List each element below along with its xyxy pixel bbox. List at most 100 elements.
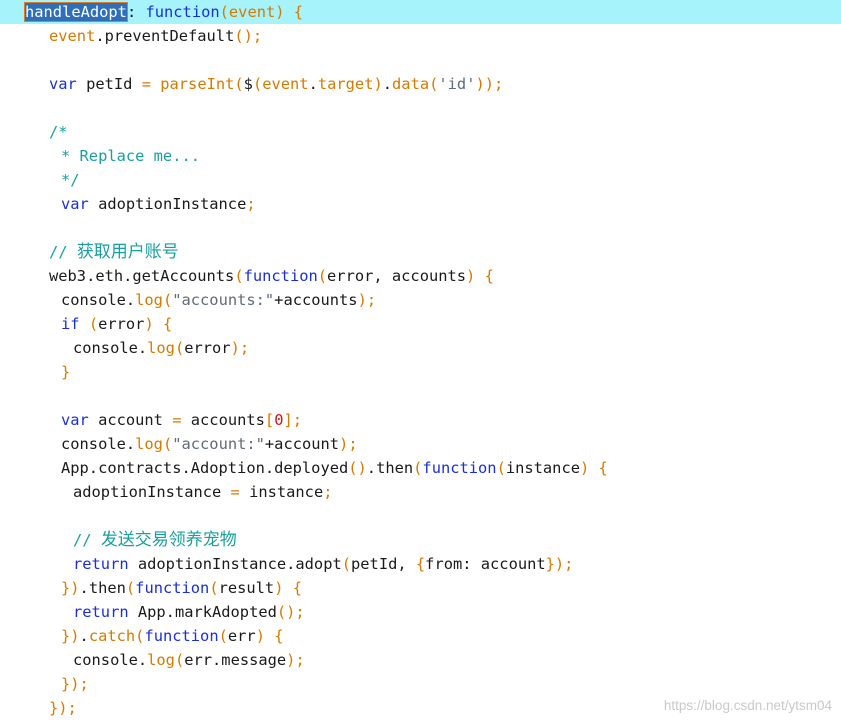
code-token: adoptionInstance xyxy=(88,195,247,213)
code-token: ); xyxy=(339,435,358,453)
code-token: ( xyxy=(209,579,219,597)
code-token: /* xyxy=(49,123,68,141)
code-token: function xyxy=(135,579,210,597)
code-line[interactable] xyxy=(0,216,841,240)
code-line[interactable]: adoptionInstance = instance; xyxy=(0,480,841,504)
code-editor[interactable]: handleAdopt: function(event) {event.prev… xyxy=(0,0,841,724)
code-token: result xyxy=(218,579,275,597)
code-line[interactable]: } xyxy=(0,360,841,384)
code-token: // xyxy=(49,243,77,261)
code-token: (); xyxy=(234,27,263,45)
code-token: . xyxy=(382,75,393,93)
code-token: ( xyxy=(496,459,506,477)
code-line[interactable]: event.preventDefault(); xyxy=(0,24,841,48)
code-token: from: account xyxy=(425,555,546,573)
code-token: }) xyxy=(61,579,80,597)
code-token: function xyxy=(243,267,318,285)
code-token: ( xyxy=(234,75,244,93)
code-line[interactable]: var account = accounts[0]; xyxy=(0,408,841,432)
code-token: function xyxy=(422,459,497,477)
code-token: log xyxy=(135,435,163,453)
code-token: petId, xyxy=(351,555,416,573)
code-token: .then xyxy=(79,579,126,597)
active-code-line[interactable]: handleAdopt: function(event) { xyxy=(0,0,841,24)
code-token: if xyxy=(61,315,80,333)
code-token: console. xyxy=(73,651,148,669)
code-token: var xyxy=(61,411,89,429)
code-token: +account xyxy=(264,435,340,453)
code-line[interactable]: return App.markAdopted(); xyxy=(0,600,841,624)
code-line[interactable]: return adoptionInstance.adopt(petId, {fr… xyxy=(0,552,841,576)
code-token: ); xyxy=(286,651,305,669)
code-line[interactable] xyxy=(0,48,841,72)
code-token: ) { xyxy=(255,627,284,645)
code-token: * Replace me... xyxy=(61,147,200,165)
code-token: .preventDefault xyxy=(95,27,235,45)
code-token: . xyxy=(308,75,318,93)
code-line[interactable]: */ xyxy=(0,168,841,192)
code-token: ( xyxy=(218,627,228,645)
code-token: var xyxy=(61,195,89,213)
code-token: 获取用户账号 xyxy=(76,242,179,262)
code-line[interactable]: }).then(function(result) { xyxy=(0,576,841,600)
code-token: error xyxy=(184,339,231,357)
code-token: : xyxy=(126,3,146,21)
code-token: error, accounts xyxy=(327,267,467,285)
code-token: (); xyxy=(276,603,305,621)
code-token: log xyxy=(147,339,175,357)
code-token: log xyxy=(135,291,163,309)
code-line[interactable]: * Replace me... xyxy=(0,144,841,168)
code-token: return xyxy=(73,555,129,573)
code-token: ( xyxy=(79,315,99,333)
code-token: petId xyxy=(76,75,142,93)
code-token: data xyxy=(392,75,430,93)
code-token: err.message xyxy=(184,651,287,669)
code-line[interactable]: var adoptionInstance; xyxy=(0,192,841,216)
code-line[interactable]: console.log("accounts:"+accounts); xyxy=(0,288,841,312)
code-token: console. xyxy=(61,291,136,309)
code-token: }); xyxy=(49,699,77,717)
code-token: adoptionInstance.adopt xyxy=(128,555,342,573)
code-token: function xyxy=(145,3,220,21)
code-token: instance xyxy=(239,483,324,501)
code-token: accounts xyxy=(181,411,265,429)
code-line[interactable]: if (error) { xyxy=(0,312,841,336)
code-token: } xyxy=(61,363,71,381)
code-line[interactable]: App.contracts.Adoption.deployed().then (f… xyxy=(0,456,841,480)
code-token: App.contracts.Adoption.deployed xyxy=(61,459,349,477)
code-line[interactable]: var petId = parseInt($(event.target).dat… xyxy=(0,72,841,96)
code-token: error xyxy=(98,315,145,333)
code-line[interactable]: /* xyxy=(0,120,841,144)
code-token: ) { xyxy=(144,315,173,333)
code-token: "accounts:" xyxy=(172,291,275,309)
code-token: ( xyxy=(162,291,173,309)
watermark-text: https://blog.csdn.net/ytsm04 xyxy=(663,698,832,713)
code-token: ) { xyxy=(579,459,608,477)
code-line[interactable]: web3.eth.getAccounts(function(error, acc… xyxy=(0,264,841,288)
code-token: catch xyxy=(88,627,136,645)
code-token: ); xyxy=(230,339,250,357)
code-token: var xyxy=(49,75,77,93)
code-line[interactable] xyxy=(0,384,841,408)
code-line[interactable]: console.log(err.message); xyxy=(0,648,841,672)
code-line[interactable] xyxy=(0,504,841,528)
code-token: parseInt xyxy=(160,75,235,93)
code-line[interactable]: }); xyxy=(0,672,841,696)
code-line[interactable]: console.log(error); xyxy=(0,336,841,360)
code-token: ( xyxy=(252,75,263,93)
code-token: event xyxy=(228,3,276,21)
code-line[interactable]: console.log("account:"+account); xyxy=(0,432,841,456)
code-line[interactable] xyxy=(0,96,841,120)
code-token: )); xyxy=(475,75,504,93)
code-token: +accounts xyxy=(274,291,358,309)
code-token: function xyxy=(144,627,219,645)
code-line[interactable]: // 发送交易领养宠物 xyxy=(0,528,841,552)
code-line[interactable]: // 获取用户账号 xyxy=(0,240,841,264)
code-token: "account:" xyxy=(172,435,265,453)
code-line[interactable]: }).catch(function(err) { xyxy=(0,624,841,648)
code-token: ( xyxy=(162,435,173,453)
code-token: ( xyxy=(341,555,352,573)
code-token: 发送交易领养宠物 xyxy=(100,530,237,550)
code-token: App.markAdopted xyxy=(128,603,277,621)
